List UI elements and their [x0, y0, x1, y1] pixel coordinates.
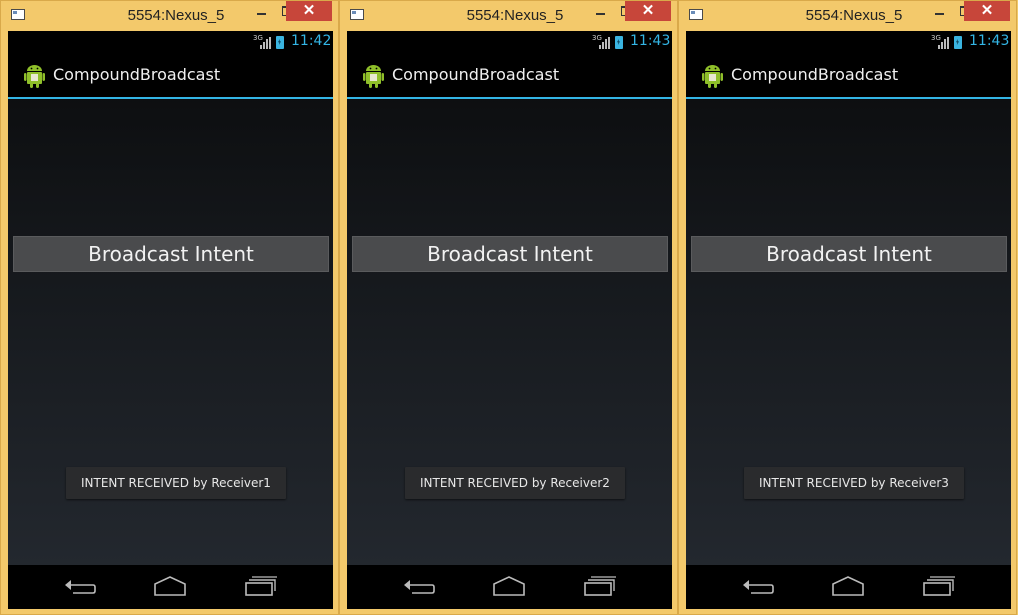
app-title: CompoundBroadcast: [392, 65, 560, 84]
action-bar: CompoundBroadcast: [686, 53, 1011, 99]
toast-message: INTENT RECEIVED by Receiver3: [744, 467, 964, 499]
window-system-icon[interactable]: [689, 9, 703, 20]
minimize-button[interactable]: [248, 1, 274, 21]
signal-icon: [938, 37, 950, 49]
broadcast-intent-button[interactable]: Broadcast Intent: [691, 236, 1007, 272]
navigation-bar: [686, 565, 1011, 609]
app-title: CompoundBroadcast: [731, 65, 899, 84]
status-clock: 11:42: [291, 33, 332, 49]
status-bar: 3G 11:43: [347, 31, 672, 53]
window-system-icon[interactable]: [11, 9, 25, 20]
close-button[interactable]: ✕: [286, 1, 332, 21]
broadcast-intent-button[interactable]: Broadcast Intent: [13, 236, 329, 272]
home-icon[interactable]: [153, 575, 187, 597]
home-icon[interactable]: [831, 575, 865, 597]
battery-charging-icon: [954, 36, 962, 49]
navigation-bar: [347, 565, 672, 609]
action-bar: CompoundBroadcast: [347, 53, 672, 99]
window-title: 5554:Nexus_5: [805, 7, 903, 24]
broadcast-intent-button[interactable]: Broadcast Intent: [352, 236, 668, 272]
status-clock: 11:43: [630, 33, 671, 49]
android-icon: [363, 65, 384, 88]
app-title: CompoundBroadcast: [53, 65, 221, 84]
navigation-bar: [8, 565, 333, 609]
minimize-button[interactable]: [926, 1, 952, 21]
signal-icon: [260, 37, 272, 49]
signal-icon: [599, 37, 611, 49]
recent-apps-icon[interactable]: [583, 575, 617, 597]
phone-screen: 3G 11:43 CompoundBroadcast Broadcast Int…: [686, 31, 1011, 609]
back-icon[interactable]: [63, 575, 97, 597]
emulator-window-3: 5554:Nexus_5 ✕ 3G 11:43 CompoundBroadcas…: [678, 0, 1017, 615]
window-system-icon[interactable]: [350, 9, 364, 20]
close-button[interactable]: ✕: [625, 1, 671, 21]
recent-apps-icon[interactable]: [244, 575, 278, 597]
status-bar: 3G 11:42: [8, 31, 333, 53]
toast-message: INTENT RECEIVED by Receiver2: [405, 467, 625, 499]
battery-charging-icon: [615, 36, 623, 49]
window-titlebar[interactable]: 5554:Nexus_5 ✕: [1, 1, 338, 31]
emulator-window-2: 5554:Nexus_5 ✕ 3G 11:43 CompoundBroadcas…: [339, 0, 678, 615]
window-titlebar[interactable]: 5554:Nexus_5 ✕: [679, 1, 1016, 31]
minimize-button[interactable]: [587, 1, 613, 21]
action-bar: CompoundBroadcast: [8, 53, 333, 99]
recent-apps-icon[interactable]: [922, 575, 956, 597]
back-icon[interactable]: [402, 575, 436, 597]
phone-screen: 3G 11:42 CompoundBroadcast Broadcast Int…: [8, 31, 333, 609]
android-icon: [702, 65, 723, 88]
phone-screen: 3G 11:43 CompoundBroadcast Broadcast Int…: [347, 31, 672, 609]
window-titlebar[interactable]: 5554:Nexus_5 ✕: [340, 1, 677, 31]
home-icon[interactable]: [492, 575, 526, 597]
android-icon: [24, 65, 45, 88]
emulator-window-1: 5554:Nexus_5 ✕ 3G 11:42 CompoundBroadcas…: [0, 0, 339, 615]
toast-message: INTENT RECEIVED by Receiver1: [66, 467, 286, 499]
close-button[interactable]: ✕: [964, 1, 1010, 21]
window-title: 5554:Nexus_5: [466, 7, 564, 24]
status-bar: 3G 11:43: [686, 31, 1011, 53]
window-title: 5554:Nexus_5: [127, 7, 225, 24]
back-icon[interactable]: [741, 575, 775, 597]
status-clock: 11:43: [969, 33, 1010, 49]
battery-charging-icon: [276, 36, 284, 49]
